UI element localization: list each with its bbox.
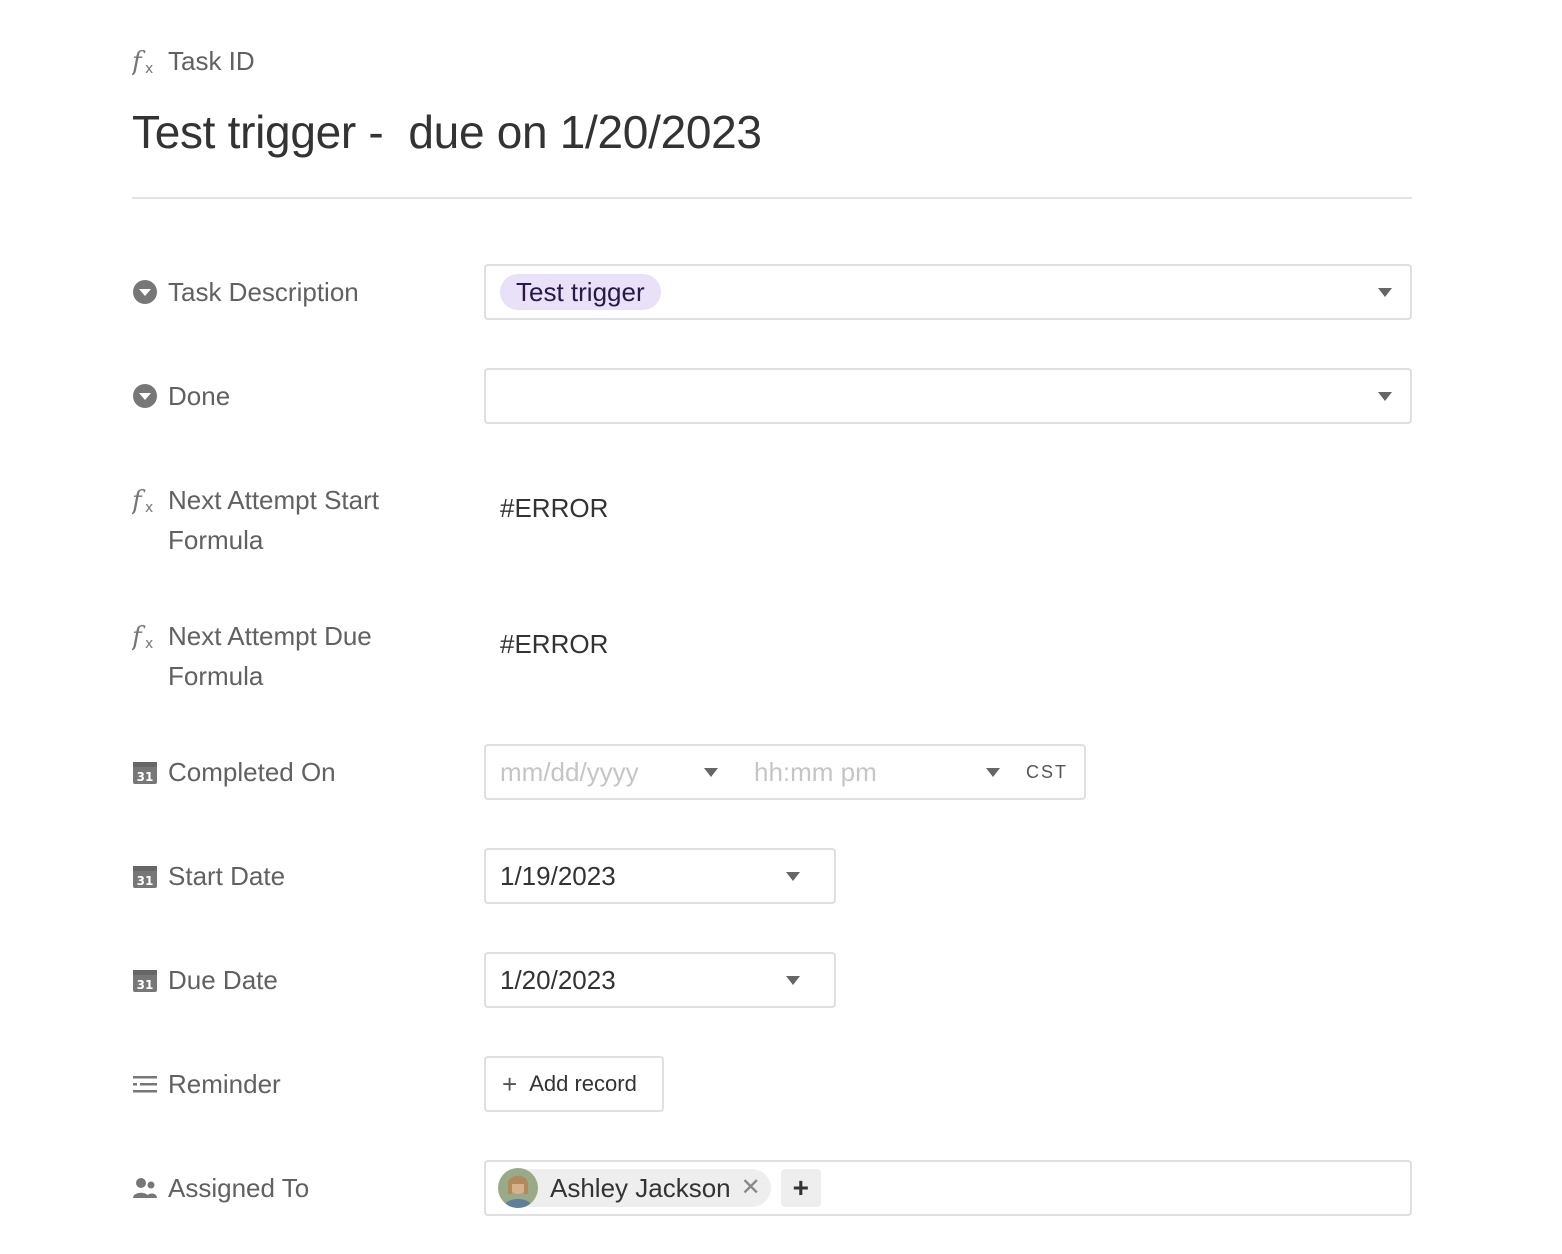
chevron-down-icon[interactable] — [1378, 392, 1392, 401]
calendar-icon: 31 — [132, 960, 160, 1000]
collaborator-token[interactable]: Ashley Jackson ✕ — [498, 1168, 771, 1208]
task-description-tag: Test trigger — [500, 274, 661, 310]
completed-on-input[interactable]: mm/dd/yyyy hh:mm pm CST — [484, 744, 1086, 800]
assigned-to-input[interactable]: Ashley Jackson ✕ + — [484, 1160, 1412, 1216]
start-date-input[interactable]: 1/19/2023 — [484, 848, 836, 904]
primary-field-name: Task ID — [168, 45, 255, 76]
formula-icon: f x — [132, 480, 160, 520]
svg-text:x: x — [145, 500, 153, 515]
field-label: Reminder — [132, 1064, 432, 1104]
add-record-button[interactable]: + Add record — [484, 1056, 664, 1112]
collaborator-name: Ashley Jackson — [550, 1172, 731, 1203]
next-attempt-start-value: #ERROR — [500, 493, 609, 523]
users-icon — [132, 1168, 160, 1208]
plus-icon: + — [502, 1069, 518, 1099]
avatar — [498, 1168, 538, 1208]
chevron-down-icon[interactable] — [986, 768, 1000, 777]
due-date-value: 1/20/2023 — [500, 964, 616, 995]
list-icon — [132, 1064, 160, 1104]
caret-circle-icon — [132, 272, 160, 312]
svg-text:x: x — [145, 636, 153, 651]
field-label: Assigned To — [132, 1168, 432, 1208]
svg-text:f: f — [132, 47, 146, 76]
date-input[interactable]: mm/dd/yyyy — [500, 757, 639, 788]
chevron-down-icon[interactable] — [786, 872, 800, 881]
start-date-value: 1/19/2023 — [500, 860, 616, 891]
caret-circle-icon — [132, 376, 160, 416]
done-select[interactable] — [484, 368, 1412, 424]
svg-text:f: f — [132, 622, 146, 651]
record-header: f x Task ID Test trigger - due on 1/20/2… — [132, 40, 1412, 160]
field-label: Done — [132, 376, 432, 416]
due-date-input[interactable]: 1/20/2023 — [484, 952, 836, 1008]
svg-text:x: x — [145, 61, 153, 76]
chevron-down-icon[interactable] — [786, 976, 800, 985]
field-label: 31 Due Date — [132, 960, 432, 1000]
svg-text:31: 31 — [137, 874, 154, 888]
chevron-down-icon[interactable] — [704, 768, 718, 777]
primary-field-label: f x Task ID — [132, 40, 1412, 82]
add-collaborator-button[interactable]: + — [780, 1169, 821, 1207]
record-title: Test trigger - due on 1/20/2023 — [132, 106, 762, 158]
task-description-select[interactable]: Test trigger — [484, 264, 1412, 320]
field-label: 31 Completed On — [132, 752, 432, 792]
timezone-label: CST — [1026, 761, 1068, 782]
formula-icon: f x — [132, 46, 160, 76]
plus-icon: + — [792, 1172, 809, 1203]
header-divider — [132, 197, 1412, 199]
svg-text:31: 31 — [137, 770, 154, 784]
formula-icon: f x — [132, 616, 160, 656]
field-label: f x Next Attempt Start Formula — [132, 480, 432, 560]
chevron-down-icon[interactable] — [1378, 288, 1392, 297]
field-label: Task Description — [132, 272, 432, 312]
svg-text:31: 31 — [137, 978, 154, 992]
field-label: f x Next Attempt Due Formula — [132, 616, 432, 696]
svg-text:f: f — [132, 486, 146, 515]
field-label: 31 Start Date — [132, 856, 432, 896]
close-icon[interactable]: ✕ — [741, 1176, 761, 1200]
next-attempt-due-value: #ERROR — [500, 629, 609, 659]
time-input[interactable]: hh:mm pm — [754, 757, 877, 788]
calendar-icon: 31 — [132, 856, 160, 896]
calendar-icon: 31 — [132, 752, 160, 792]
